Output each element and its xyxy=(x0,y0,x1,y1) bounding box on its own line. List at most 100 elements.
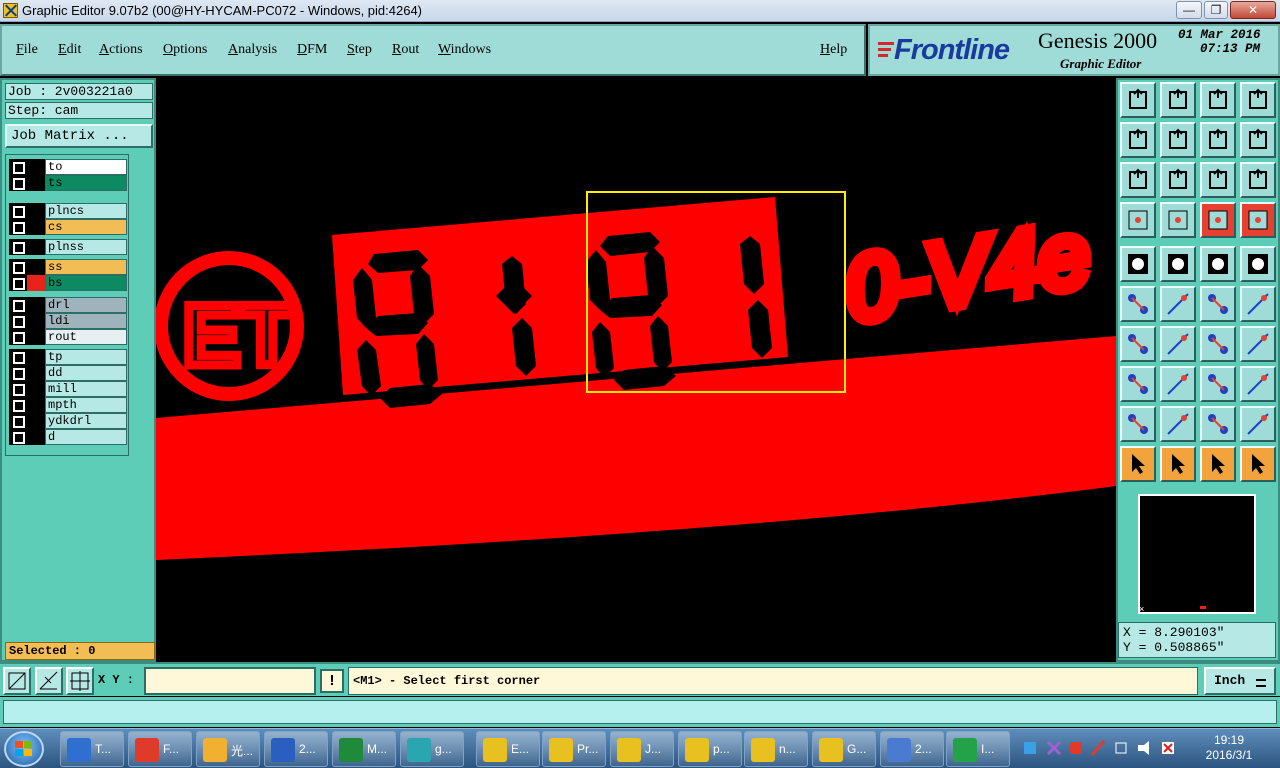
menu-edit[interactable]: Edit xyxy=(58,42,81,58)
grid-mode-button[interactable] xyxy=(66,667,94,695)
layer-row-rout[interactable]: rout xyxy=(9,329,127,345)
layer-checkbox[interactable] xyxy=(9,297,27,313)
minimize-button[interactable]: — xyxy=(1176,1,1202,19)
scale-ratio-button[interactable] xyxy=(1200,162,1236,198)
layer-name[interactable]: mill xyxy=(45,381,127,397)
pad-button[interactable] xyxy=(1120,246,1156,282)
slash-button[interactable] xyxy=(1160,326,1196,362)
layer-checkbox[interactable] xyxy=(9,413,27,429)
layer-checkbox[interactable] xyxy=(9,381,27,397)
board-view[interactable]: ET 0-V4e xyxy=(154,78,1116,662)
home-button[interactable] xyxy=(1200,82,1236,118)
menu-options[interactable]: Options xyxy=(163,42,207,58)
taskbar-item[interactable]: g... xyxy=(400,731,464,767)
layer-row-mill[interactable]: mill xyxy=(9,381,127,397)
layer-row-dd[interactable]: dd xyxy=(9,365,127,381)
triangle-button[interactable] xyxy=(1120,406,1156,442)
pan-left-button[interactable] xyxy=(1120,122,1156,158)
layer-checkbox[interactable] xyxy=(9,397,27,413)
zoom-back-button[interactable] xyxy=(1200,122,1236,158)
menu-step[interactable]: Step xyxy=(347,42,372,58)
taskbar-item[interactable]: F... xyxy=(128,731,192,767)
layer-row-plncs[interactable]: plncs xyxy=(9,203,127,219)
layers-red2-button[interactable] xyxy=(1240,202,1276,238)
dimension-button[interactable] xyxy=(1200,366,1236,402)
taskbar-item[interactable]: Pr... xyxy=(542,731,606,767)
taskbar-item[interactable]: J... xyxy=(610,731,674,767)
layer-checkbox[interactable] xyxy=(9,203,27,219)
transform-button[interactable] xyxy=(1160,246,1196,282)
grid-button[interactable] xyxy=(1160,202,1196,238)
taskbar-item[interactable]: M... xyxy=(332,731,396,767)
layer-name[interactable]: bs xyxy=(45,275,127,291)
menu-windows[interactable]: Windows xyxy=(438,42,491,58)
layer-checkbox[interactable] xyxy=(9,159,27,175)
maximize-button[interactable]: ❐ xyxy=(1204,1,1228,19)
overview-window[interactable]: × xyxy=(1138,494,1256,614)
taskbar-item[interactable]: 光... xyxy=(196,731,260,767)
cross-button[interactable] xyxy=(1160,286,1196,322)
layer-checkbox[interactable] xyxy=(9,349,27,365)
layer-name[interactable]: plnss xyxy=(45,239,127,255)
layer-row-cs[interactable]: cs xyxy=(9,219,127,235)
units-selector[interactable]: Inch xyxy=(1204,667,1276,695)
layer-checkbox[interactable] xyxy=(9,313,27,329)
connect-button[interactable] xyxy=(1120,286,1156,322)
zoom-window-button[interactable] xyxy=(1240,82,1276,118)
menu-rout[interactable]: Rout xyxy=(392,42,419,58)
pan-right-button[interactable] xyxy=(1160,122,1196,158)
layer-checkbox[interactable] xyxy=(9,275,27,291)
layer-name[interactable]: cs xyxy=(45,219,127,235)
ruler-button[interactable] xyxy=(1200,246,1236,282)
help-button[interactable] xyxy=(1240,162,1276,198)
select-button[interactable] xyxy=(1120,446,1156,482)
snap-mode-button[interactable] xyxy=(3,667,31,695)
layer-checkbox[interactable] xyxy=(9,365,27,381)
line-add-button[interactable] xyxy=(1160,366,1196,402)
layer-name[interactable]: ydkdrl xyxy=(45,413,127,429)
arrow-c-button[interactable] xyxy=(1240,406,1276,442)
layer-row-ldi[interactable]: ldi xyxy=(9,313,127,329)
circle-pad-button[interactable] xyxy=(1240,246,1276,282)
taskbar-item[interactable]: G... xyxy=(812,731,876,767)
zoom-fit-button[interactable] xyxy=(1160,82,1196,118)
start-button[interactable] xyxy=(4,731,44,767)
taskbar-item[interactable]: I... xyxy=(946,731,1010,767)
menu-actions[interactable]: Actions xyxy=(99,42,143,58)
menu-help[interactable]: Help xyxy=(820,42,847,58)
layer-row-mpth[interactable]: mpth xyxy=(9,397,127,413)
arrow-a-button[interactable] xyxy=(1160,406,1196,442)
xy-input[interactable] xyxy=(144,667,316,695)
taskbar-item[interactable]: p... xyxy=(678,731,742,767)
layer-checkbox[interactable] xyxy=(9,175,27,191)
layer-row-d[interactable]: d xyxy=(9,429,127,445)
layer-row-ss[interactable]: ss xyxy=(9,259,127,275)
layer-name[interactable]: rout xyxy=(45,329,127,345)
mirror-button[interactable] xyxy=(1240,326,1276,362)
select2-button[interactable] xyxy=(1160,446,1196,482)
taskbar-item[interactable]: E... xyxy=(476,731,540,767)
layer-checkbox[interactable] xyxy=(9,219,27,235)
taskbar-clock[interactable]: 19:19 2016/3/1 xyxy=(1198,733,1260,765)
layer-row-drl[interactable]: drl xyxy=(9,297,127,313)
layer-name[interactable]: dd xyxy=(45,365,127,381)
layer-name[interactable]: to xyxy=(45,159,127,175)
taskbar-item[interactable]: 2... xyxy=(264,731,328,767)
layer-row-to[interactable]: to xyxy=(9,159,127,175)
layer-checkbox[interactable] xyxy=(9,259,27,275)
taskbar-item[interactable]: 2... xyxy=(880,731,944,767)
menu-dfm[interactable]: DFM xyxy=(297,42,327,58)
zoom-home-button[interactable] xyxy=(1120,82,1156,118)
select3-button[interactable] xyxy=(1200,446,1236,482)
layer-checkbox[interactable] xyxy=(9,329,27,345)
layer-name[interactable]: drl xyxy=(45,297,127,313)
measure-mode-button[interactable] xyxy=(35,667,63,695)
layer-name[interactable]: plncs xyxy=(45,203,127,219)
route-button[interactable] xyxy=(1240,446,1276,482)
layer-name[interactable]: ss xyxy=(45,259,127,275)
graphics-canvas[interactable]: ET 0-V4e xyxy=(154,78,1116,662)
job-matrix-button[interactable]: Job Matrix ... xyxy=(5,124,153,148)
layer-row-ydkdrl[interactable]: ydkdrl xyxy=(9,413,127,429)
layer-row-ts[interactable]: ts xyxy=(9,175,127,191)
arrow-b-button[interactable] xyxy=(1200,406,1236,442)
